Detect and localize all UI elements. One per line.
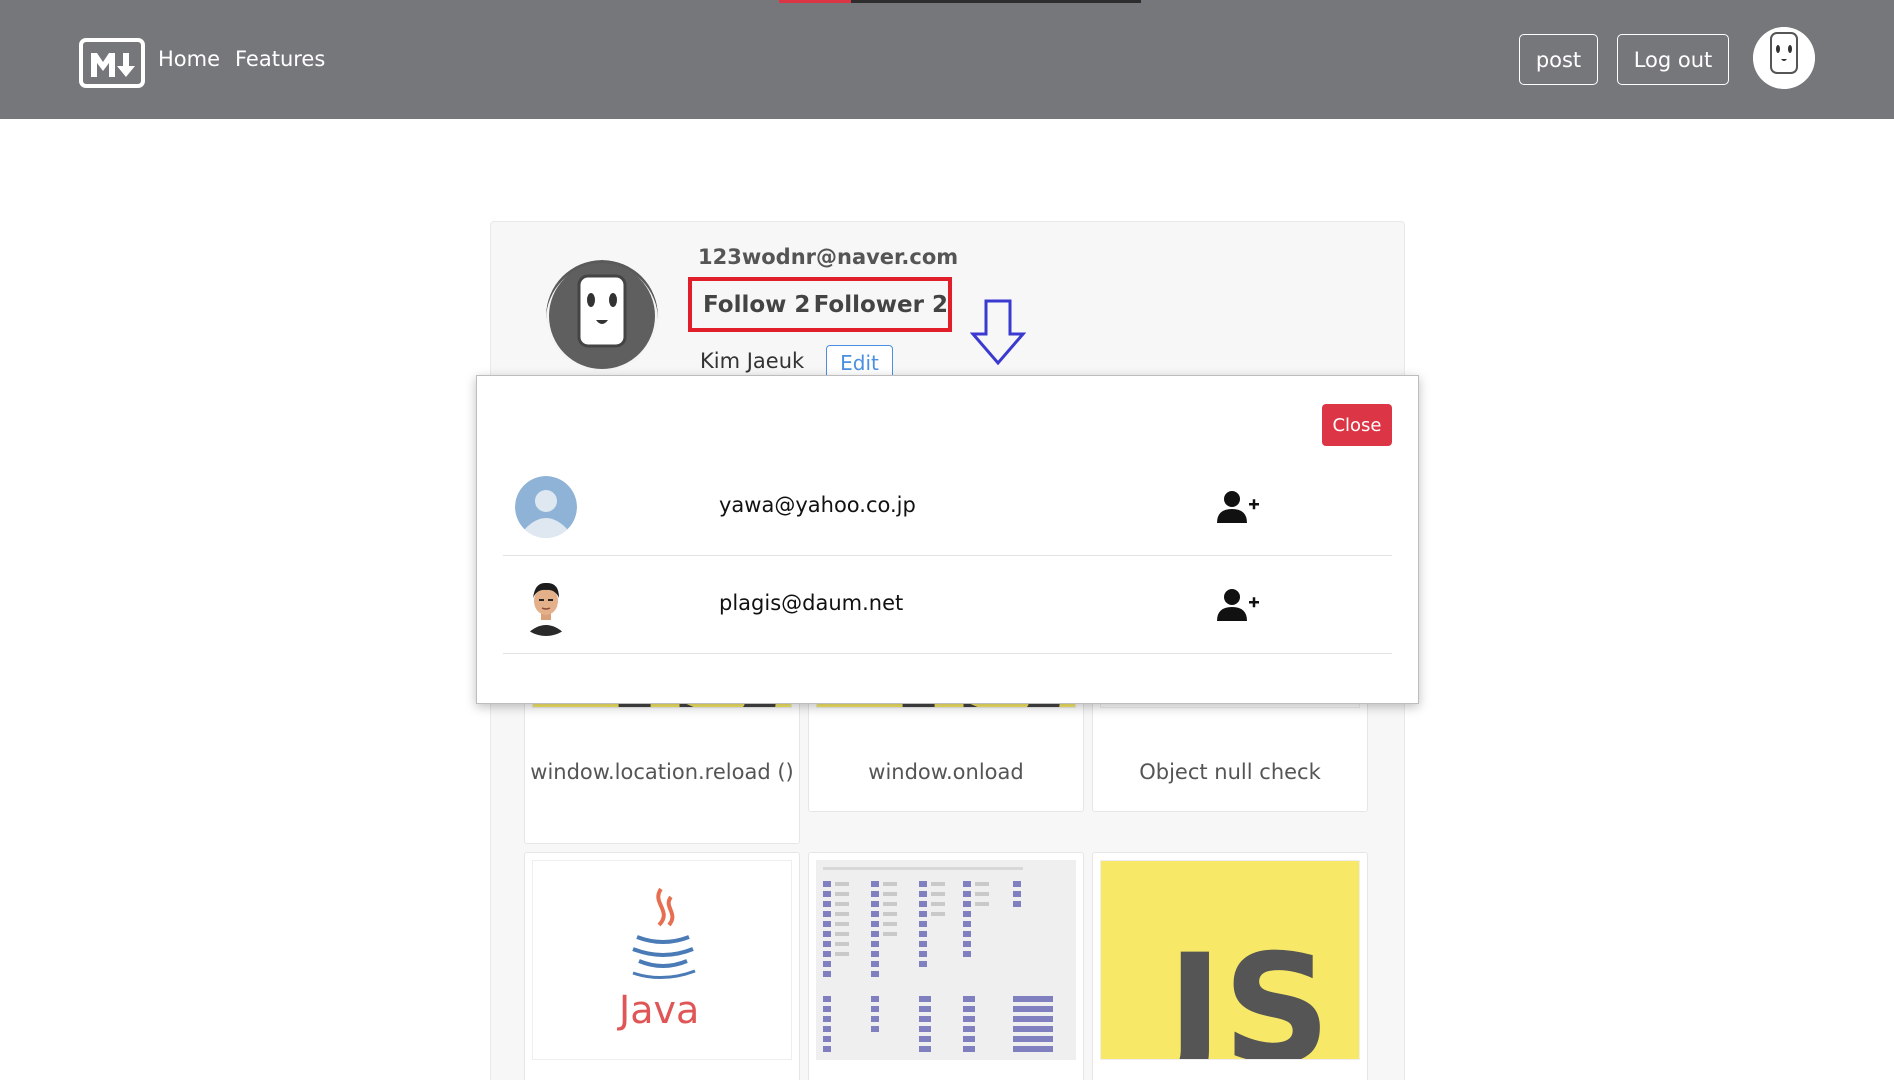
list-item[interactable]: yawa@yahoo.co.jp [503, 458, 1392, 556]
post-card[interactable]: JS [1092, 852, 1368, 1080]
post-thumbnail [816, 860, 1076, 1060]
user-avatar[interactable] [1753, 27, 1815, 89]
progress-fill [779, 0, 851, 3]
close-button[interactable]: Close [1322, 404, 1392, 446]
user-email[interactable]: yawa@yahoo.co.jp [719, 493, 916, 517]
keycode-table-image [823, 867, 1053, 1052]
svg-text:JS: JS [1158, 923, 1331, 1060]
post-button[interactable]: post [1519, 34, 1598, 85]
logout-button[interactable]: Log out [1617, 34, 1729, 85]
profile-email: 123wodnr@naver.com [698, 245, 959, 269]
js-logo-icon: JS [1158, 923, 1331, 1060]
java-logo-icon: Java [617, 887, 699, 1032]
default-avatar-icon [515, 476, 577, 538]
list-item[interactable]: plagis@daum.net [503, 556, 1392, 654]
post-card[interactable]: Java [524, 852, 800, 1080]
markdown-glyph [91, 53, 135, 77]
post-title: window.location.reload () [530, 760, 794, 784]
svg-text:Java: Java [617, 988, 699, 1032]
navbar: Home Features post Log out [0, 0, 1894, 119]
user-email[interactable]: plagis@daum.net [719, 591, 903, 615]
markdown-logo-icon[interactable] [79, 38, 145, 88]
post-thumbnail: Java [532, 860, 792, 1060]
follower-count[interactable]: Follower 2 [814, 292, 948, 318]
post-card[interactable] [808, 852, 1084, 1080]
portrait-avatar [515, 574, 577, 636]
profile-name: Kim Jaeuk [700, 349, 805, 373]
marshmallow-avatar-icon [546, 260, 658, 372]
post-title: window.onload [868, 760, 1024, 784]
post-thumbnail: JS [1100, 860, 1360, 1060]
post-title: Object null check [1139, 760, 1321, 784]
nav-link-features[interactable]: Features [235, 47, 325, 71]
follow-list-modal: Close yawa@yahoo.co.jp plagis@daum.net [476, 375, 1419, 704]
follow-counts-highlight: Follow 2 Follower 2 [688, 277, 952, 332]
add-user-icon[interactable] [1216, 588, 1262, 622]
nav-link-home[interactable]: Home [158, 47, 220, 71]
down-arrow-icon [969, 298, 1027, 370]
marshmallow-avatar-icon [1753, 27, 1815, 89]
follow-count[interactable]: Follow 2 [703, 292, 810, 318]
add-user-icon[interactable] [1216, 490, 1262, 524]
profile-avatar [546, 260, 658, 372]
